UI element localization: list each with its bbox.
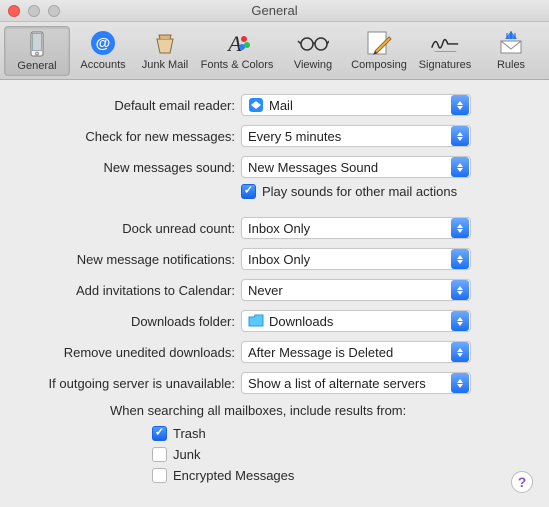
tab-label: Fonts & Colors <box>201 59 274 71</box>
checkbox-label: Play sounds for other mail actions <box>262 184 457 199</box>
tab-viewing[interactable]: Viewing <box>280 26 346 76</box>
viewing-icon <box>297 28 329 58</box>
popup-value: Downloads <box>269 314 451 329</box>
zoom-window-button[interactable] <box>48 5 60 17</box>
checkbox-label: Junk <box>173 447 200 462</box>
label-dock-unread: Dock unread count: <box>0 221 241 236</box>
popup-outgoing-unavailable[interactable]: Show a list of alternate servers <box>241 372 471 394</box>
close-window-button[interactable] <box>8 5 20 17</box>
popup-value: Every 5 minutes <box>248 129 451 144</box>
popup-new-msg-notif[interactable]: Inbox Only <box>241 248 471 270</box>
popup-dock-unread[interactable]: Inbox Only <box>241 217 471 239</box>
rules-icon <box>495 28 527 58</box>
checkbox-label: Trash <box>173 426 206 441</box>
popup-downloads-folder[interactable]: Downloads <box>241 310 471 332</box>
stepper-arrows-icon <box>451 373 469 393</box>
svg-text:@: @ <box>96 35 111 52</box>
tab-label: Viewing <box>294 59 332 71</box>
tab-accounts[interactable]: @ Accounts <box>70 26 136 76</box>
tab-label: Rules <box>497 59 525 71</box>
signatures-icon <box>429 28 461 58</box>
svg-text:A: A <box>226 31 242 56</box>
tab-label: Junk Mail <box>142 59 188 71</box>
tab-label: Accounts <box>80 59 125 71</box>
popup-value: Mail <box>269 98 451 113</box>
accounts-icon: @ <box>87 28 119 58</box>
stepper-arrows-icon <box>451 342 469 362</box>
label-add-invites: Add invitations to Calendar: <box>0 283 241 298</box>
help-icon: ? <box>518 474 527 490</box>
titlebar: General <box>0 0 549 22</box>
label-default-reader: Default email reader: <box>0 98 241 113</box>
tab-label: Composing <box>351 59 407 71</box>
stepper-arrows-icon <box>451 280 469 300</box>
tab-label: General <box>17 60 56 72</box>
stepper-arrows-icon <box>451 218 469 238</box>
popup-value: Inbox Only <box>248 252 451 267</box>
mail-app-icon <box>248 97 264 113</box>
general-icon <box>21 29 53 59</box>
preferences-form: Default email reader: Mail Check for new… <box>0 80 549 497</box>
label-remove-downloads: Remove unedited downloads: <box>0 345 241 360</box>
popup-value: Show a list of alternate servers <box>248 376 451 391</box>
help-button[interactable]: ? <box>511 471 533 493</box>
label-outgoing-unavailable: If outgoing server is unavailable: <box>0 376 241 391</box>
popup-value: Inbox Only <box>248 221 451 236</box>
label-new-msg-sound: New messages sound: <box>0 160 241 175</box>
search-include-heading: When searching all mailboxes, include re… <box>110 403 535 418</box>
checkbox-label: Encrypted Messages <box>173 468 294 483</box>
popup-value: After Message is Deleted <box>248 345 451 360</box>
window-controls <box>0 5 60 17</box>
checkbox-search-junk[interactable] <box>152 447 167 462</box>
tab-general[interactable]: General <box>4 26 70 76</box>
stepper-arrows-icon <box>451 311 469 331</box>
fonts-colors-icon: A <box>221 28 253 58</box>
tab-signatures[interactable]: Signatures <box>412 26 478 76</box>
checkbox-search-encrypted[interactable] <box>152 468 167 483</box>
toolbar: General @ Accounts Junk Mail A Fonts & C… <box>0 22 549 80</box>
popup-value: Never <box>248 283 451 298</box>
checkbox-search-trash[interactable] <box>152 426 167 441</box>
stepper-arrows-icon <box>451 157 469 177</box>
label-check-messages: Check for new messages: <box>0 129 241 144</box>
popup-check-messages[interactable]: Every 5 minutes <box>241 125 471 147</box>
popup-default-reader[interactable]: Mail <box>241 94 471 116</box>
downloads-folder-icon <box>248 313 264 329</box>
tab-fonts-colors[interactable]: A Fonts & Colors <box>194 26 280 76</box>
tab-composing[interactable]: Composing <box>346 26 412 76</box>
tab-rules[interactable]: Rules <box>478 26 544 76</box>
label-downloads-folder: Downloads folder: <box>0 314 241 329</box>
stepper-arrows-icon <box>451 95 469 115</box>
popup-remove-downloads[interactable]: After Message is Deleted <box>241 341 471 363</box>
window-title: General <box>0 3 549 18</box>
checkbox-play-sounds[interactable] <box>241 184 256 199</box>
popup-add-invites[interactable]: Never <box>241 279 471 301</box>
tab-junk-mail[interactable]: Junk Mail <box>136 26 194 76</box>
junk-mail-icon <box>149 28 181 58</box>
popup-value: New Messages Sound <box>248 160 451 175</box>
label-new-msg-notif: New message notifications: <box>0 252 241 267</box>
tab-label: Signatures <box>419 59 472 71</box>
composing-icon <box>363 28 395 58</box>
stepper-arrows-icon <box>451 126 469 146</box>
stepper-arrows-icon <box>451 249 469 269</box>
minimize-window-button[interactable] <box>28 5 40 17</box>
popup-new-msg-sound[interactable]: New Messages Sound <box>241 156 471 178</box>
